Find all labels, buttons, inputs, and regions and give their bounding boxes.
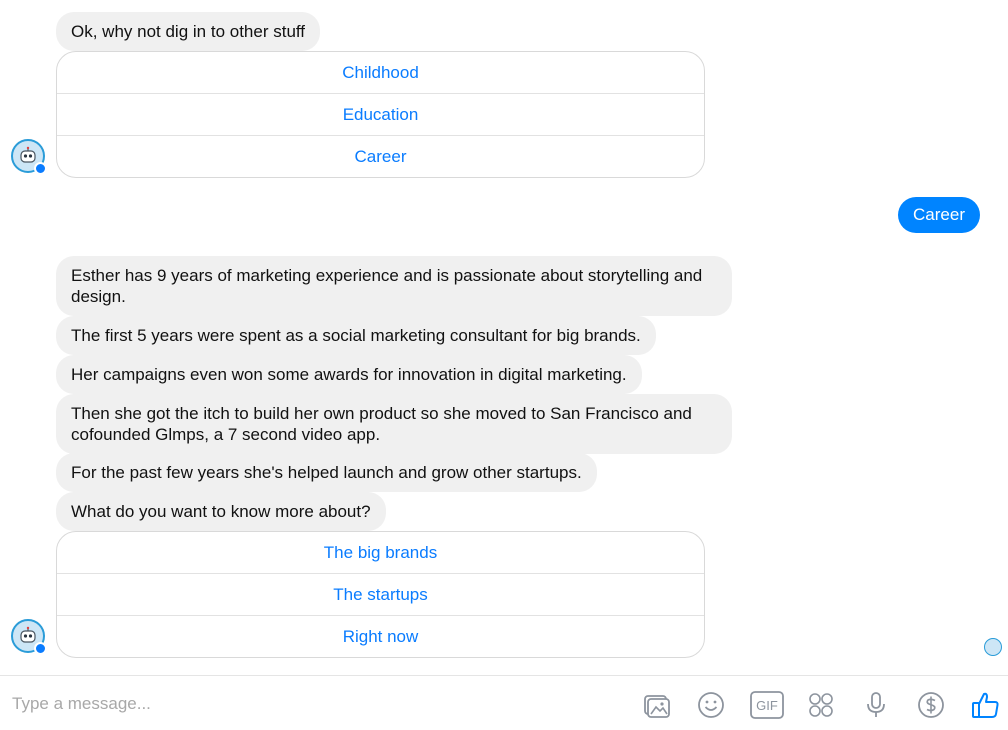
message-input[interactable]	[12, 692, 572, 716]
bot-avatar	[11, 139, 47, 175]
bot-message: Esther has 9 years of marketing experien…	[56, 256, 732, 316]
bot-message: Her campaigns even won some awards for i…	[56, 355, 642, 394]
stickers-icon[interactable]	[806, 690, 836, 720]
message-composer: GIF	[0, 675, 1008, 730]
like-icon[interactable]	[970, 690, 1000, 720]
quick-replies-card: The big brands The startups Right now	[56, 531, 705, 658]
quick-reply-childhood[interactable]: Childhood	[57, 52, 704, 93]
user-message: Career	[898, 197, 980, 233]
microphone-icon[interactable]	[861, 690, 891, 720]
bot-message: The first 5 years were spent as a social…	[56, 316, 656, 355]
bot-avatar	[11, 619, 47, 655]
quick-reply-career[interactable]: Career	[57, 135, 704, 177]
quick-replies-card: Childhood Education Career	[56, 51, 705, 178]
read-receipt-icon	[984, 638, 1002, 656]
quick-reply-education[interactable]: Education	[57, 93, 704, 135]
quick-reply-big-brands[interactable]: The big brands	[57, 532, 704, 573]
gif-icon[interactable]: GIF	[750, 690, 784, 720]
bot-message: Ok, why not dig in to other stuff	[56, 12, 321, 51]
emoji-icon[interactable]	[696, 690, 726, 720]
bot-message: Then she got the itch to build her own p…	[56, 394, 732, 454]
messenger-badge-icon	[34, 642, 47, 655]
quick-reply-right-now[interactable]: Right now	[57, 615, 704, 657]
bot-message: For the past few years she's helped laun…	[56, 453, 597, 492]
svg-text:GIF: GIF	[756, 698, 778, 713]
payment-icon[interactable]	[916, 690, 946, 720]
quick-reply-startups[interactable]: The startups	[57, 573, 704, 615]
photo-icon[interactable]	[641, 690, 671, 720]
messenger-badge-icon	[34, 162, 47, 175]
bot-message: What do you want to know more about?	[56, 492, 386, 531]
